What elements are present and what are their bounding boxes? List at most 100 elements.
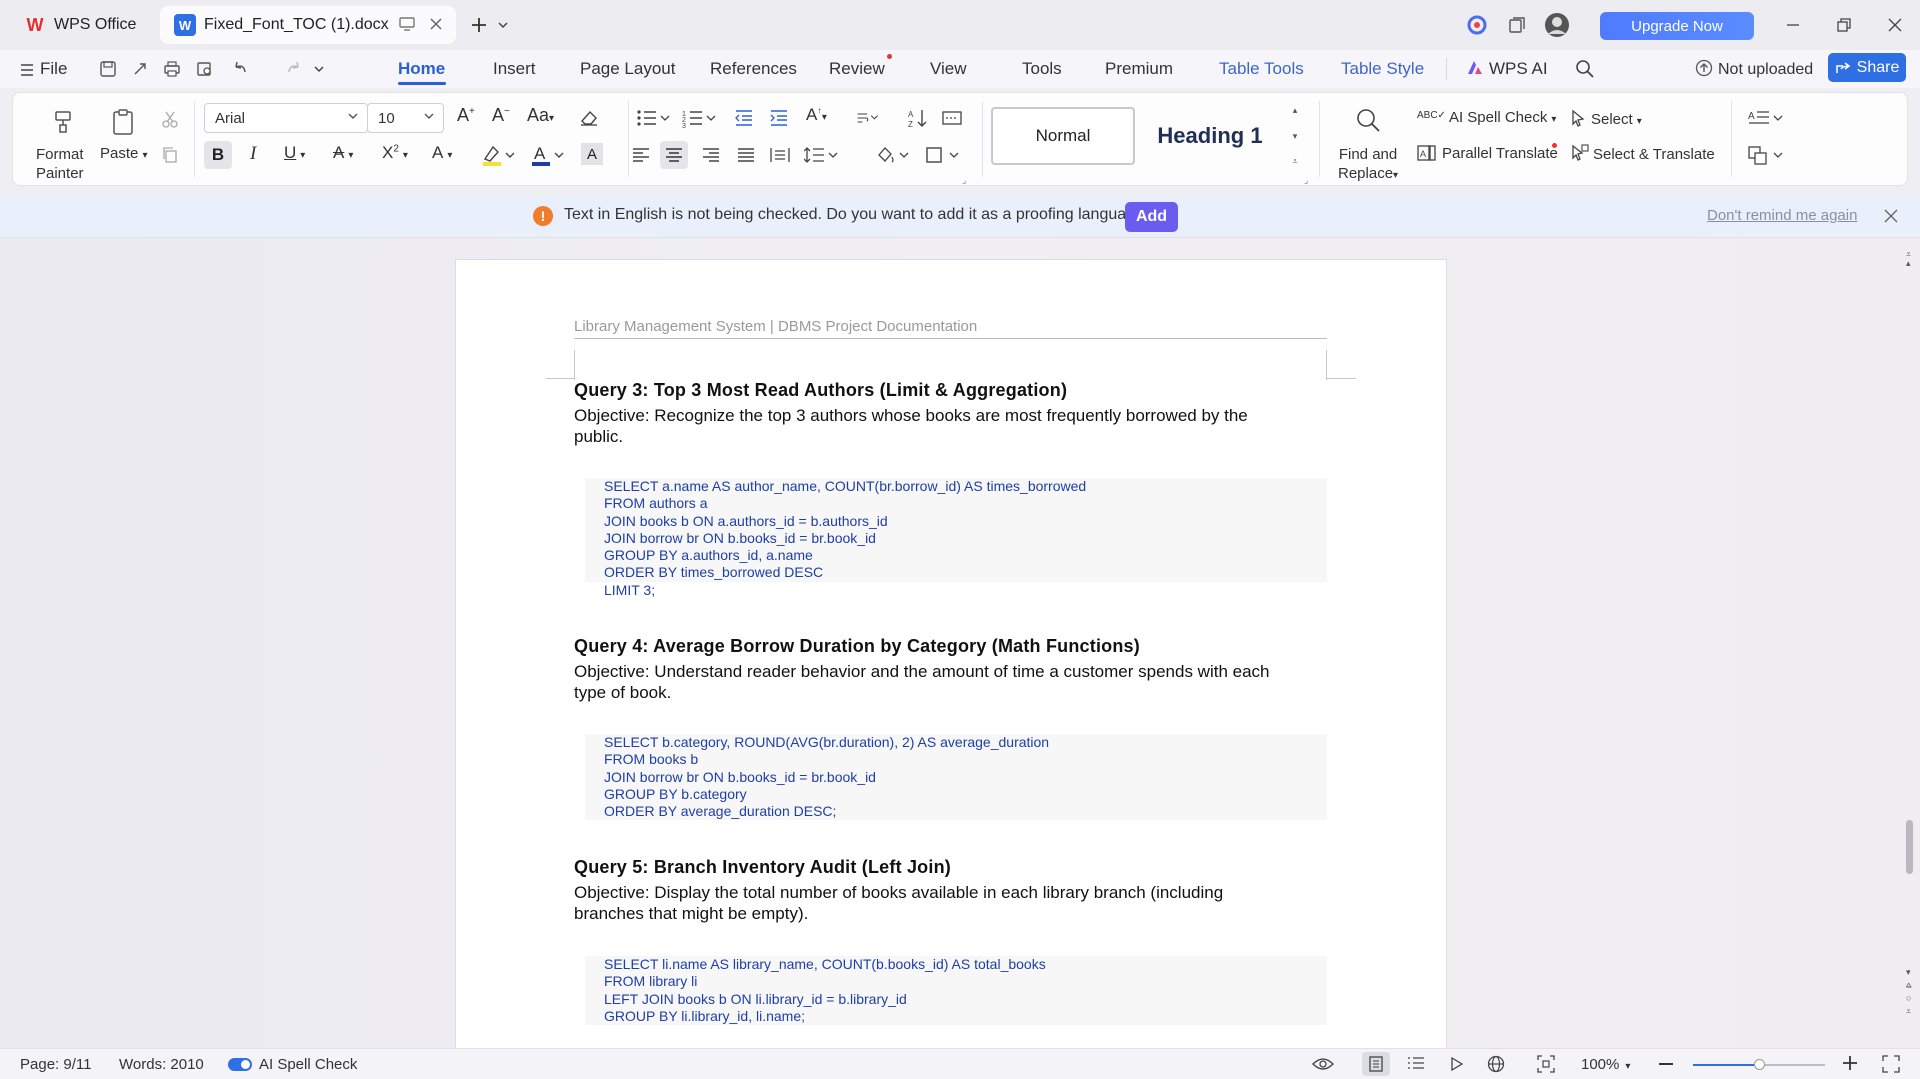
query-4-code-block[interactable]: SELECT b.category, ROUND(AVG(br.duration… [585,734,1327,821]
show-marks-icon[interactable] [940,106,964,130]
vertical-scrollbar[interactable]: ⩡ ▴ ▾ ⩠ ○ ⩡ [1900,248,1920,1048]
text-tools-icon[interactable]: A [1746,106,1786,130]
tab-close-icon[interactable] [428,16,444,32]
styles-scroll-up-icon[interactable]: ▴ [1293,105,1298,116]
print-layout-view-icon[interactable] [1362,1052,1390,1076]
zoom-in-icon[interactable] [1842,1055,1858,1071]
page-counter[interactable]: Page: 9/11 [20,1056,91,1073]
web-layout-icon[interactable] [1487,1055,1505,1073]
tab-home[interactable]: Home [398,59,445,79]
select-translate-button[interactable]: Select & Translate [1571,144,1715,163]
increase-font-size-icon[interactable]: A+ [457,105,475,126]
tab-insert[interactable]: Insert [493,59,536,79]
strikethrough-button[interactable]: A ▾ [333,143,353,163]
file-menu[interactable]: File [20,59,67,79]
superscript-button[interactable]: X2▾ [382,143,408,163]
print-preview-icon[interactable] [193,57,217,81]
parallel-translate-button[interactable]: A Parallel Translate [1417,144,1558,162]
character-shading-button[interactable]: A [581,143,603,165]
scroll-nav-controls[interactable]: ▾ ⩠ ○ ⩡ [1906,966,1911,1018]
line-wrap-icon[interactable] [856,106,880,130]
shading-icon[interactable] [875,143,911,167]
format-painter-icon[interactable] [48,107,78,137]
tab-view[interactable]: View [930,59,967,79]
fullscreen-icon[interactable] [1882,1055,1900,1073]
ai-assistant-icon[interactable] [1464,12,1490,38]
decrease-indent-icon[interactable] [732,106,756,130]
query-5-code-block[interactable]: SELECT li.name AS library_name, COUNT(b.… [585,956,1327,1026]
zoom-slider[interactable] [1693,1059,1825,1070]
styles-scroll-down-icon[interactable]: ▾ [1293,131,1298,142]
upgrade-now-button[interactable]: Upgrade Now [1600,12,1754,40]
print-icon[interactable] [160,57,184,81]
tab-references[interactable]: References [710,59,797,79]
tab-table-tools[interactable]: Table Tools [1219,59,1304,79]
save-icon[interactable] [96,57,120,81]
cut-icon[interactable] [158,107,182,131]
dont-remind-link[interactable]: Don't remind me again [1707,207,1857,224]
tab-review[interactable]: Review [829,59,885,79]
justify-icon[interactable] [734,143,758,167]
not-uploaded-status[interactable]: Not uploaded [1695,59,1813,79]
clear-formatting-icon[interactable] [577,106,601,130]
style-heading-1[interactable]: Heading 1 [1138,107,1282,165]
ai-spell-check-button[interactable]: ABC✓ AI Spell Check ▾ [1417,109,1556,126]
change-case-icon[interactable]: Aa▾ [527,105,554,126]
outline-view-icon[interactable] [1407,1056,1425,1072]
tab-tools[interactable]: Tools [1022,59,1062,79]
tab-document[interactable]: W Fixed_Font_TOC (1).docx [160,6,456,44]
scroll-top-icon[interactable]: ⩡ ▴ [1906,250,1911,268]
styles-more-icon[interactable]: ⩡ [1292,156,1297,167]
paste-icon[interactable] [108,107,138,137]
bullets-icon[interactable] [635,106,673,130]
sort-icon[interactable]: AZ [906,106,930,130]
close-window-icon[interactable] [1882,12,1908,38]
window-layout-icon[interactable] [1504,12,1530,38]
paste-button[interactable]: Paste ▾ [100,145,148,162]
select-button[interactable]: Select ▾ [1571,109,1642,128]
tab-monitor-icon[interactable] [398,16,416,32]
tab-list-chevron-icon[interactable] [490,12,516,38]
fit-page-icon[interactable] [1537,1055,1555,1073]
scrollbar-thumb[interactable] [1906,820,1913,874]
highlight-color-button[interactable] [481,143,517,167]
paragraph-dialog-launcher-icon[interactable]: ⌟ [962,175,966,186]
search-icon[interactable] [1573,57,1597,81]
italic-button[interactable]: I [250,143,256,165]
eye-protection-icon[interactable] [1312,1056,1334,1072]
query-3-code-block[interactable]: SELECT a.name AS author_name, COUNT(br.b… [585,478,1327,600]
share-button[interactable]: Share [1828,53,1906,82]
redo-icon[interactable] [282,57,306,81]
tab-page-layout[interactable]: Page Layout [580,59,675,79]
text-direction-icon[interactable]: A↑▾ [806,105,827,125]
minimize-icon[interactable] [1780,12,1806,38]
font-color-button[interactable]: A [530,143,566,167]
format-painter-button[interactable]: Format Painter [36,145,84,183]
zoom-slider-handle[interactable] [1754,1059,1765,1070]
align-right-icon[interactable] [699,143,723,167]
word-count[interactable]: Words: 2010 [119,1056,204,1073]
undo-icon[interactable] [228,57,252,81]
close-notification-icon[interactable] [1884,209,1898,223]
style-normal[interactable]: Normal [991,107,1135,165]
find-replace-button[interactable]: Find and Replace▾ [1338,145,1398,185]
align-left-icon[interactable] [629,143,653,167]
quick-access-more-icon[interactable] [307,57,331,81]
line-spacing-icon[interactable] [804,143,840,167]
export-pdf-icon[interactable] [128,57,152,81]
text-effect-button[interactable]: A ▾ [432,143,452,163]
tab-premium[interactable]: Premium [1105,59,1173,79]
zoom-out-icon[interactable] [1659,1063,1673,1065]
underline-button[interactable]: U ▾ [284,143,305,163]
new-tab-plus-icon[interactable] [466,12,492,38]
distributed-icon[interactable] [768,143,792,167]
add-language-button[interactable]: Add [1125,202,1178,232]
shapes-arrange-icon[interactable] [1746,143,1786,167]
user-avatar[interactable] [1544,12,1570,38]
font-size-select[interactable]: 10 [367,103,444,133]
align-center-button[interactable] [660,141,688,169]
ai-spell-check-toggle[interactable] [228,1058,252,1071]
font-name-select[interactable]: Arial [204,103,368,133]
bold-button[interactable]: B [204,141,232,169]
zoom-level[interactable]: 100% ▾ [1581,1056,1630,1073]
